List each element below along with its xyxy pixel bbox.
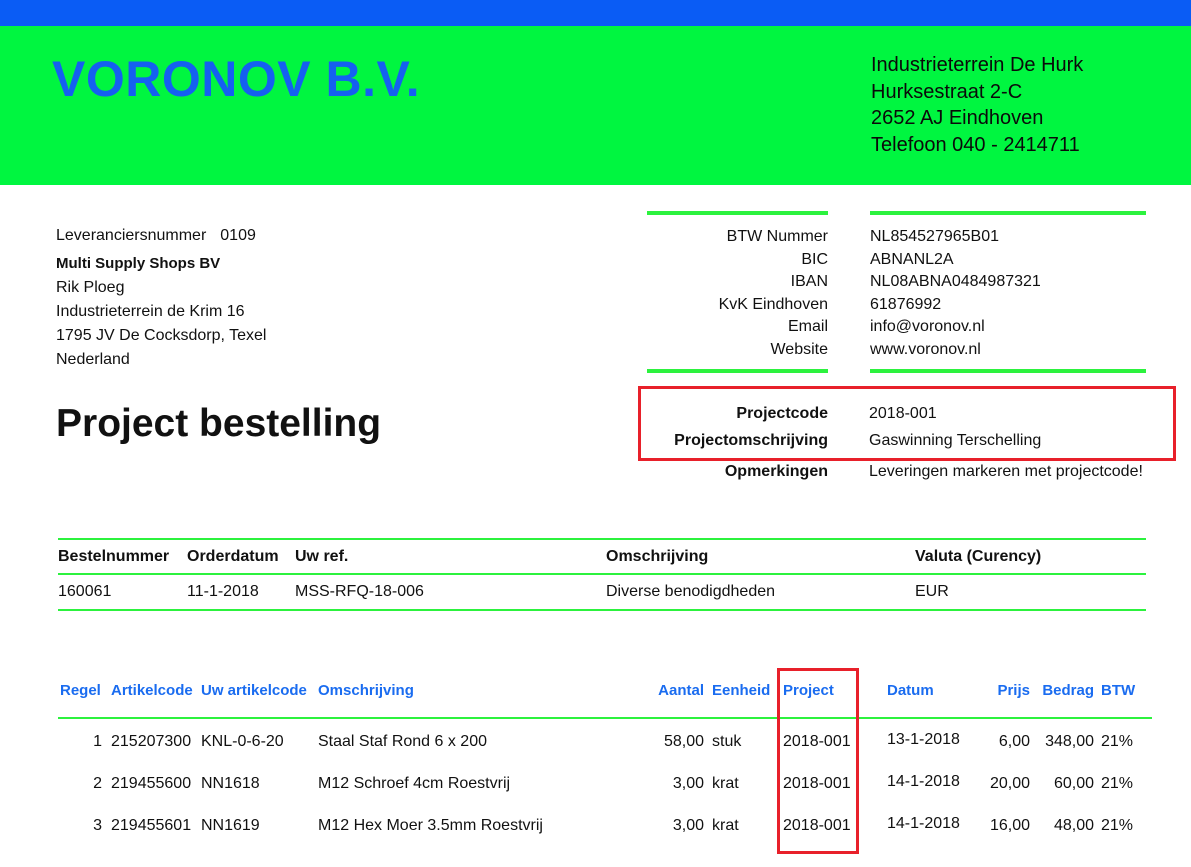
lines-header-prijs: Prijs [997, 682, 1030, 699]
company-address: Industrieterrein De Hurk Hurksestraat 2-… [871, 52, 1083, 158]
line-number: 2 [93, 775, 102, 792]
address-line: 2652 AJ Eindhoven [871, 107, 1044, 129]
order-row: 160061 11-1-2018 MSS-RFQ-18-006 Diverse … [58, 574, 1146, 611]
divider [870, 211, 1146, 215]
order-header: Uw ref. [295, 538, 606, 575]
order-header: Bestelnummer [58, 538, 187, 575]
info-value: www.voronov.nl [870, 340, 981, 358]
info-label: KvK Eindhoven [718, 295, 828, 313]
lines-header-regel: Regel [60, 682, 101, 699]
lines-header-datum: Datum [887, 682, 934, 699]
divider [647, 211, 828, 215]
supplier-number-value: 0109 [220, 227, 256, 244]
info-label: IBAN [790, 273, 828, 290]
info-value: info@voronov.nl [870, 318, 985, 335]
supplier-name: Multi Supply Shops BV [56, 255, 221, 272]
line-article-code: 215207300 [111, 733, 192, 750]
line-project: 2018-001 [783, 817, 851, 834]
divider [58, 717, 1152, 719]
order-table: Bestelnummer Orderdatum Uw ref. Omschrij… [58, 538, 1146, 611]
line-date: 14-1-2018 [887, 773, 960, 790]
line-vat: 21% [1101, 733, 1134, 750]
project-description-label: Projectomschrijving [674, 432, 828, 449]
line-vat: 21% [1101, 817, 1134, 834]
lines-header-uw-artikelcode: Uw artikelcode [201, 682, 307, 699]
supplier-city: 1795 JV De Cocksdorp, Texel [56, 327, 267, 344]
top-bar [0, 0, 1191, 26]
company-info-labels: BTW Nummer BIC IBAN KvK Eindhoven Email … [640, 226, 828, 361]
line-description: M12 Schroef 4cm Roestvrij [318, 775, 511, 792]
line-price: 6,00 [998, 733, 1030, 750]
info-value: NL854527965B01 [870, 228, 1000, 245]
line-quantity: 58,00 [663, 733, 704, 750]
remarks-label: Opmerkingen [724, 463, 828, 480]
line-unit: krat [712, 775, 739, 792]
line-amount: 48,00 [1053, 817, 1094, 834]
line-your-article-code: NN1619 [201, 817, 260, 834]
supplier-number-label: Leveranciersnummer [56, 227, 207, 244]
info-label: Email [787, 318, 828, 335]
address-line: Industrieterrein De Hurk [871, 54, 1084, 76]
line-price: 16,00 [989, 817, 1030, 834]
address-line: Hurksestraat 2-C [871, 80, 1023, 103]
order-header: Omschrijving [606, 538, 915, 575]
remarks-value: Leveringen markeren met projectcode! [869, 463, 1143, 480]
divider [647, 369, 828, 373]
supplier-contact: Rik Ploeg [56, 279, 125, 296]
project-code-label: Projectcode [736, 405, 828, 422]
lines-header-artikelcode: Artikelcode [111, 682, 193, 699]
lines-header-bedrag: Bedrag [1042, 682, 1094, 699]
line-description: M12 Hex Moer 3.5mm Roestvrij [318, 817, 543, 834]
line-amount: 348,00 [1045, 733, 1094, 750]
line-date: 14-1-2018 [887, 815, 960, 832]
order-cell: Diverse benodigdheden [606, 574, 915, 611]
divider [870, 369, 1146, 373]
line-project: 2018-001 [783, 775, 851, 792]
project-description-value: Gaswinning Terschelling [869, 432, 1042, 449]
line-price: 20,00 [989, 775, 1030, 792]
supplier-country: Nederland [56, 351, 130, 368]
info-value: ABNANL2A [870, 250, 954, 268]
project-code-value: 2018-001 [869, 405, 937, 422]
supplier-block: Leveranciersnummer 0109 Multi Supply Shop… [56, 224, 266, 372]
info-label: Website [770, 340, 828, 358]
company-info-values: NL854527965B01 ABNANL2A NL08ABNA04849873… [870, 226, 1041, 361]
supplier-street: Industrieterrein de Krim 16 [56, 303, 245, 320]
lines-header-eenheid: Eenheid [712, 682, 771, 699]
order-header-row: Bestelnummer Orderdatum Uw ref. Omschrij… [58, 538, 1146, 575]
line-number: 3 [93, 817, 102, 834]
info-label: BTW Nummer [726, 228, 828, 245]
lines-header-omschrijving: Omschrijving [318, 682, 414, 699]
order-cell: EUR [915, 574, 1146, 611]
info-value: NL08ABNA0484987321 [870, 273, 1041, 290]
lines-header-btw: BTW [1101, 682, 1136, 699]
company-name: VORONOV B.V. [52, 51, 421, 107]
line-your-article-code: NN1618 [201, 775, 260, 792]
line-unit: stuk [712, 733, 742, 750]
line-article-code: 219455600 [111, 775, 192, 792]
order-cell: 11-1-2018 [187, 574, 295, 611]
line-date: 13-1-2018 [887, 731, 960, 748]
line-project: 2018-001 [783, 733, 851, 750]
address-line: Telefoon 040 - 2414711 [871, 133, 1080, 156]
info-value: 61876992 [870, 295, 942, 313]
line-quantity: 3,00 [672, 775, 704, 792]
line-article-code: 219455601 [111, 817, 192, 834]
supplier-number: Leveranciersnummer 0109 [56, 224, 266, 248]
line-description: Staal Staf Rond 6 x 200 [318, 733, 487, 750]
document-title: Project bestelling [56, 402, 382, 445]
line-amount: 60,00 [1053, 775, 1094, 792]
order-header: Orderdatum [187, 538, 295, 575]
line-your-article-code: KNL-0-6-20 [201, 733, 284, 750]
order-cell: 160061 [58, 574, 187, 611]
order-cell: MSS-RFQ-18-006 [295, 574, 606, 611]
line-quantity: 3,00 [672, 817, 704, 834]
order-header: Valuta (Curency) [915, 538, 1146, 575]
lines-header-aantal: Aantal [658, 682, 704, 699]
line-unit: krat [712, 817, 739, 834]
line-number: 1 [93, 733, 102, 750]
line-vat: 21% [1101, 775, 1134, 792]
info-label: BIC [801, 250, 828, 268]
